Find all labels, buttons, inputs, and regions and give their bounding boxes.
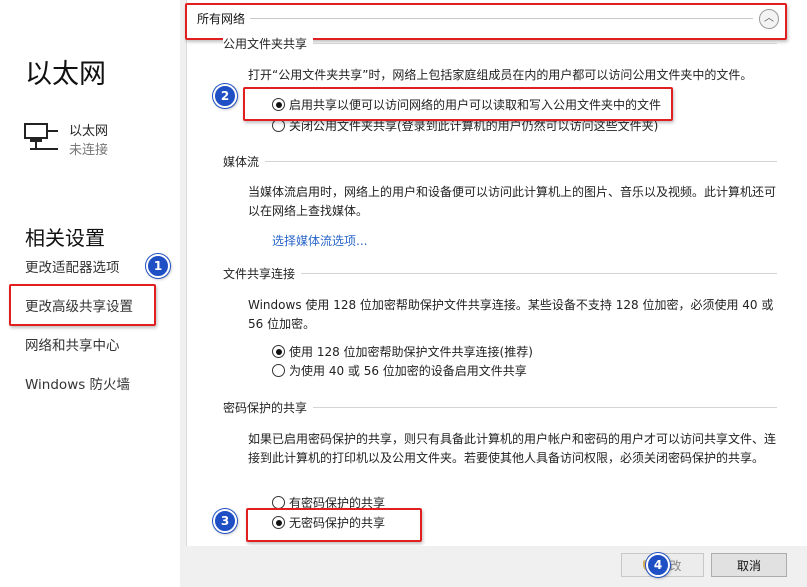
network-status: 未连接 <box>69 143 109 158</box>
password-section-title: 密码保护的共享 <box>223 399 314 416</box>
group-divider <box>250 18 753 19</box>
step-badge-2: 2 <box>213 84 237 108</box>
section-divider <box>265 161 777 162</box>
radio-button-icon[interactable] <box>272 496 285 509</box>
radio-enable-public-sharing[interactable]: 启用共享以便可以访问网络的用户可以读取和写入公用文件夹中的文件 <box>272 96 661 113</box>
radio-password-on[interactable]: 有密码保护的共享 <box>272 494 385 511</box>
radio-password-off[interactable]: 无密码保护的共享 <box>272 514 385 531</box>
radio-label: 使用 128 位加密帮助保护文件共享连接(推荐) <box>289 345 533 359</box>
change-advanced-sharing-link[interactable]: 更改高级共享设置 <box>25 295 133 315</box>
related-settings-heading: 相关设置 <box>25 226 105 250</box>
network-name: 以太网 <box>69 124 109 139</box>
section-divider <box>313 407 777 408</box>
window-border <box>180 0 187 587</box>
password-description: 如果已启用密码保护的共享，则只有具备此计算机的用户帐户和密码的用户才可以访问共享… <box>248 432 777 465</box>
change-adapter-options-link[interactable]: 更改适配器选项 <box>25 256 120 276</box>
radio-128bit[interactable]: 使用 128 位加密帮助保护文件共享连接(推荐) <box>272 343 533 360</box>
public-folder-section-title: 公用文件夹共享 <box>223 35 314 52</box>
radio-label: 无密码保护的共享 <box>289 516 386 530</box>
public-folder-description: 打开“公用文件夹共享”时，网络上包括家庭组成员在内的用户都可以访问公用文件夹中的… <box>248 68 753 82</box>
radio-button-checked-icon[interactable] <box>272 516 285 529</box>
media-section-title: 媒体流 <box>223 153 266 170</box>
network-sharing-center-link[interactable]: 网络和共享中心 <box>25 334 120 354</box>
radio-button-icon[interactable] <box>272 119 285 132</box>
section-divider <box>300 43 777 44</box>
step-badge-1: 1 <box>146 254 170 278</box>
left-pane: 以太网 以太网 未连接 相关设置 更改适配器选项 更改高级共享设置 网络和共享中… <box>0 0 180 587</box>
media-description: 当媒体流启用时，网络上的用户和设备便可以访问此计算机上的图片、音乐以及视频。此计… <box>248 185 777 218</box>
cancel-button[interactable]: 取消 <box>711 553 787 577</box>
page-title: 以太网 <box>25 59 106 90</box>
radio-40-56bit[interactable]: 为使用 40 或 56 位加密的设备启用文件共享 <box>272 362 527 379</box>
step-badge-4: 4 <box>646 553 670 577</box>
collapse-chevron-icon[interactable]: ︿ <box>759 9 779 29</box>
radio-label: 有密码保护的共享 <box>289 496 386 510</box>
file-sharing-description: Windows 使用 128 位加密帮助保护文件共享连接。某些设备不支持 128… <box>248 298 774 331</box>
step-badge-3: 3 <box>213 509 237 533</box>
windows-firewall-link[interactable]: Windows 防火墙 <box>25 373 130 393</box>
all-networks-header[interactable]: 所有网络 <box>197 10 245 27</box>
ethernet-icon <box>24 123 58 150</box>
section-divider <box>300 273 777 274</box>
radio-button-icon[interactable] <box>272 364 285 377</box>
radio-label: 为使用 40 或 56 位加密的设备启用文件共享 <box>289 364 527 378</box>
radio-label: 启用共享以便可以访问网络的用户可以读取和写入公用文件夹中的文件 <box>289 98 662 112</box>
radio-disable-public-sharing[interactable]: 关闭公用文件夹共享(登录到此计算机的用户仍然可以访问这些文件夹) <box>272 117 658 134</box>
file-sharing-section-title: 文件共享连接 <box>223 265 302 282</box>
radio-button-checked-icon[interactable] <box>272 98 285 111</box>
radio-button-checked-icon[interactable] <box>272 345 285 358</box>
radio-label: 关闭公用文件夹共享(登录到此计算机的用户仍然可以访问这些文件夹) <box>289 119 659 133</box>
media-options-link[interactable]: 选择媒体流选项... <box>272 232 367 249</box>
